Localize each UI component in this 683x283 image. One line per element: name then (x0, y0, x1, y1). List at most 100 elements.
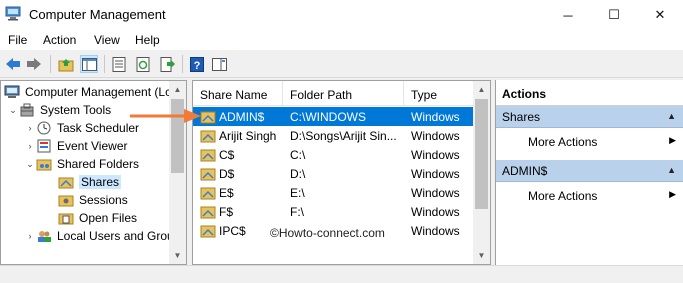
tree-item-open-files[interactable]: Open Files (58, 209, 137, 227)
users-icon (38, 231, 51, 242)
share-folder-icon (200, 225, 216, 238)
chevron-down-icon[interactable]: ⌄ (24, 159, 36, 170)
sessions-icon (58, 195, 74, 207)
chevron-down-icon[interactable]: ⌄ (7, 105, 19, 116)
forward-button[interactable] (25, 55, 43, 73)
column-header-type[interactable]: Type (404, 81, 475, 106)
type-cell: Windows (411, 148, 460, 162)
refresh-icon (136, 56, 149, 72)
share-name-cell: Arijit Singh (219, 129, 277, 143)
forward-arrow-icon (27, 58, 41, 70)
type-cell: Windows (411, 129, 460, 143)
table-row[interactable]: Arijit Singh D:\Songs\Arijit Sin... Wind… (193, 126, 475, 145)
more-actions-admin[interactable]: More Actions ▶ (496, 184, 683, 206)
toolbar-separator (104, 55, 105, 73)
type-cell: Windows (411, 224, 460, 238)
more-actions-shares[interactable]: More Actions ▶ (496, 130, 683, 152)
folder-path-cell: F:\ (290, 205, 304, 219)
table-row[interactable]: D$ D:\ Windows (193, 164, 475, 183)
tree-item-label: Shares (79, 175, 122, 189)
share-name-cell: ADMIN$ (219, 110, 265, 124)
show-hide-tree-button[interactable] (80, 55, 98, 73)
status-bar (0, 265, 683, 283)
type-cell: Windows (411, 167, 460, 181)
actions-section-shares[interactable]: Shares ▲ (496, 106, 683, 128)
list-header: Share Name Folder Path Type (193, 81, 475, 106)
toolbar-separator (182, 55, 183, 73)
collapse-up-icon[interactable]: ▲ (667, 165, 676, 175)
tree-item-task-scheduler[interactable]: › Task Scheduler (24, 119, 140, 137)
folder-path-cell: C:\ (290, 148, 306, 162)
menu-help[interactable]: Help (135, 33, 160, 47)
maximize-button[interactable]: ☐ (591, 0, 637, 30)
collapse-up-icon[interactable]: ▲ (667, 111, 676, 121)
properties-button[interactable] (110, 55, 128, 73)
folder-path-cell: D:\ (290, 167, 306, 181)
scrollbar-thumb[interactable] (475, 99, 488, 209)
type-cell: Windows (411, 186, 460, 200)
chevron-right-icon[interactable]: › (24, 123, 36, 133)
tree-item-label: Shared Folders (57, 157, 140, 171)
type-cell: Windows (411, 205, 460, 219)
tree-item-sessions[interactable]: Sessions (58, 191, 128, 209)
share-folder-icon (200, 187, 216, 200)
scroll-up-arrow-icon[interactable]: ▲ (169, 81, 186, 98)
column-header-share-name[interactable]: Share Name (193, 81, 283, 106)
chevron-right-icon[interactable]: › (24, 231, 36, 241)
up-folder-icon (58, 58, 74, 71)
close-button[interactable]: ✕ (637, 0, 683, 30)
folder-path-cell: D:\Songs\Arijit Sin... (290, 129, 397, 143)
console-tree-icon (81, 57, 97, 71)
shares-icon (58, 177, 74, 189)
share-name-cell: F$ (219, 205, 234, 219)
table-row[interactable]: ADMIN$ C:\WINDOWS Windows (193, 107, 475, 126)
tree-item-system-tools[interactable]: ⌄ System Tools (7, 101, 111, 119)
tree-item-label: System Tools (40, 103, 112, 117)
shared-folder-icon (36, 159, 52, 171)
table-row[interactable]: F$ F:\ Windows (193, 202, 475, 221)
menu-view[interactable]: View (94, 33, 120, 47)
tree-item-label: Sessions (79, 193, 128, 207)
tree-item-computer-management[interactable]: Computer Management (Lc (4, 83, 171, 101)
open-files-icon (58, 213, 74, 225)
tools-icon (20, 103, 34, 117)
share-name-cell: C$ (219, 148, 235, 162)
actions-pane: Actions Shares ▲ More Actions ▶ ADMIN$ ▲… (495, 80, 683, 265)
table-row[interactable]: E$ E:\ Windows (193, 183, 475, 202)
menu-file[interactable]: File (8, 33, 27, 47)
share-name-cell: D$ (219, 167, 235, 181)
up-folder-button[interactable] (57, 55, 75, 73)
scroll-down-arrow-icon[interactable]: ▼ (473, 247, 490, 264)
action-pane-icon (211, 57, 227, 71)
tree-item-local-users-and-groups[interactable]: › Local Users and Grou (24, 227, 174, 245)
tree-item-label: Open Files (79, 211, 138, 225)
share-folder-icon (200, 168, 216, 181)
tree-item-shared-folders[interactable]: ⌄ Shared Folders (24, 155, 139, 173)
minimize-button[interactable]: ─ (545, 0, 591, 30)
column-header-folder-path[interactable]: Folder Path (283, 81, 404, 106)
help-button[interactable]: ? (188, 55, 206, 73)
scroll-up-arrow-icon[interactable]: ▲ (473, 81, 490, 98)
tree-item-event-viewer[interactable]: › Event Viewer (24, 137, 128, 155)
table-row[interactable]: C$ C:\ Windows (193, 145, 475, 164)
tree-item-shares[interactable]: Shares (58, 173, 122, 191)
export-list-button[interactable] (158, 55, 176, 73)
refresh-button[interactable] (134, 55, 152, 73)
menu-action[interactable]: Action (43, 33, 76, 47)
export-list-icon (160, 56, 175, 72)
properties-icon (112, 56, 126, 72)
actions-title: Actions (496, 80, 683, 106)
scroll-down-arrow-icon[interactable]: ▼ (169, 247, 186, 264)
folder-path-cell: E:\ (290, 186, 305, 200)
back-button[interactable] (4, 55, 22, 73)
actions-section-admin[interactable]: ADMIN$ ▲ (496, 160, 683, 182)
computer-icon (4, 85, 20, 98)
title-bar: Computer Management ─ ☐ ✕ (0, 0, 683, 30)
action-pane-button[interactable] (210, 55, 228, 73)
watermark: ©Howto-connect.com (270, 226, 385, 240)
chevron-right-icon[interactable]: › (24, 141, 36, 151)
share-name-cell: E$ (219, 186, 234, 200)
list-scrollbar[interactable]: ▲ ▼ (473, 81, 490, 264)
computer-management-icon (5, 6, 21, 21)
tree-item-label: Event Viewer (57, 139, 128, 153)
